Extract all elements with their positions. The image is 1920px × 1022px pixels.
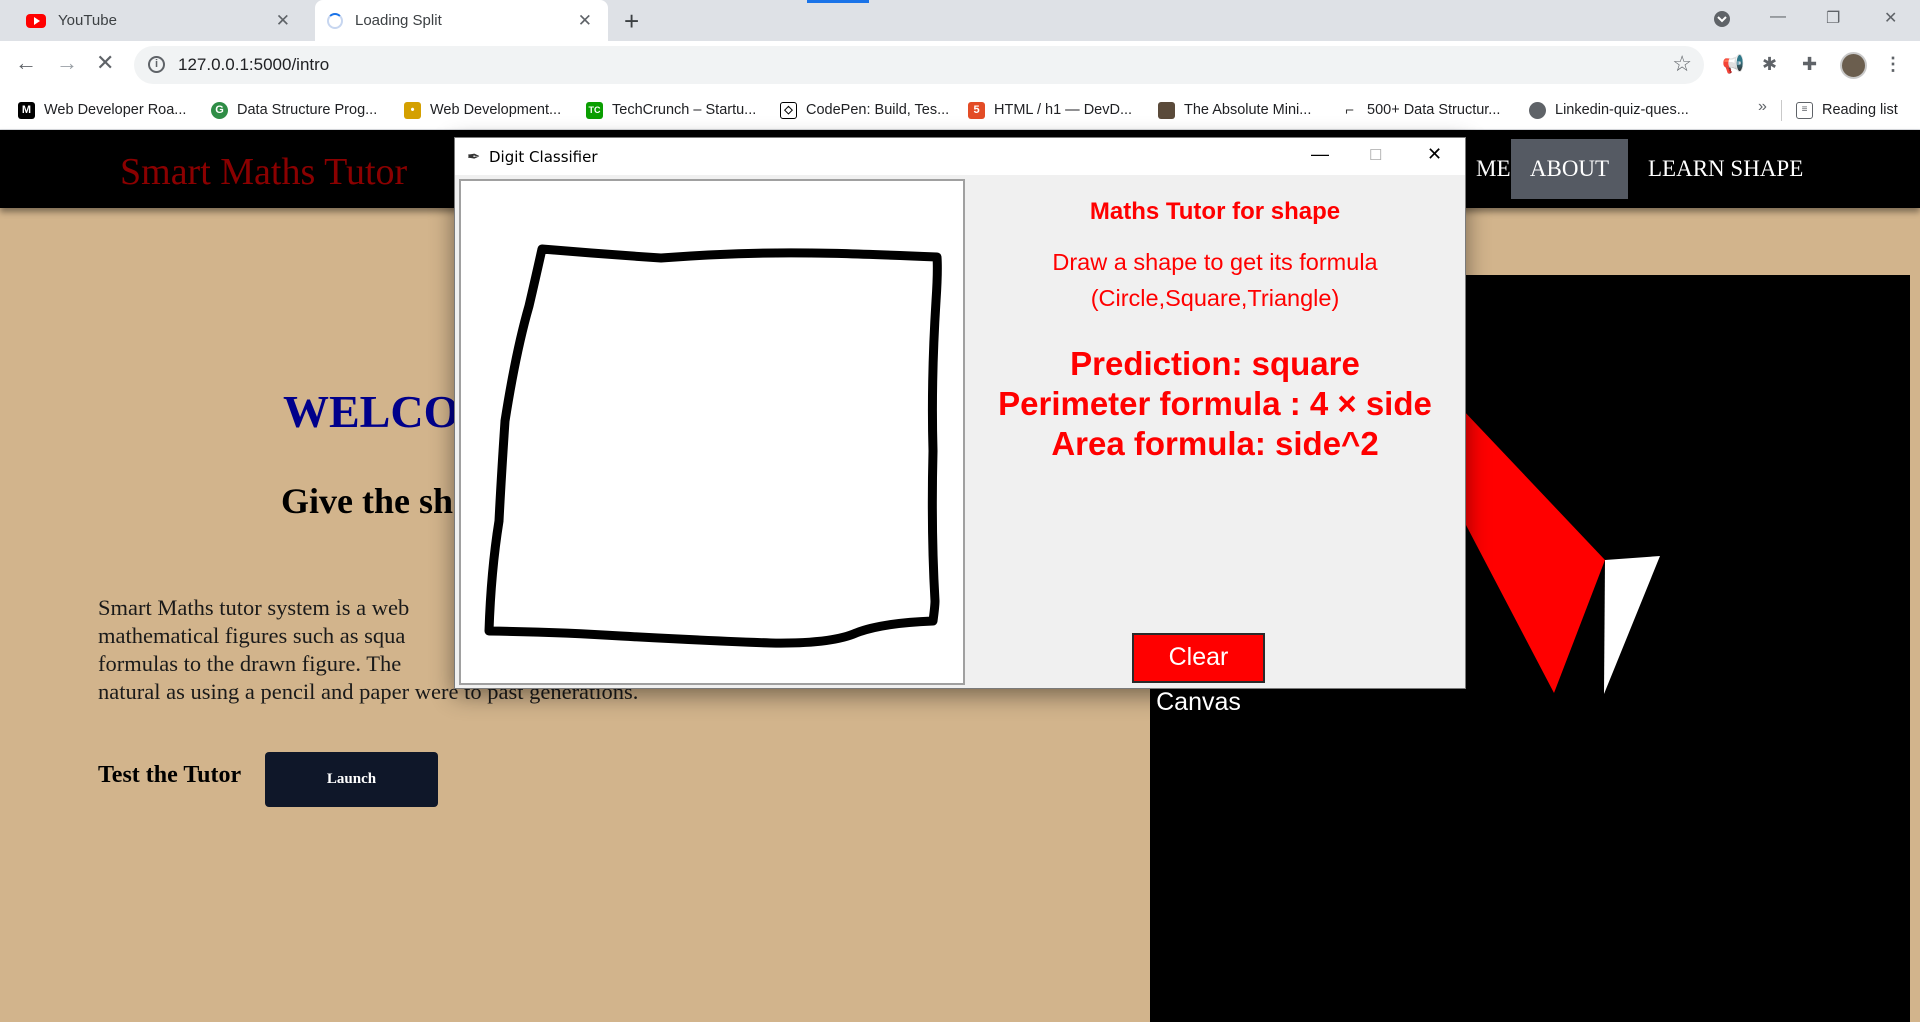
globe-icon [1529,101,1546,119]
nav-learn-shape-link[interactable]: LEARN SHAPE [1628,139,1823,199]
close-tab-icon[interactable]: ✕ [276,11,290,31]
bookmark-label: Linkedin-quiz-ques... [1555,102,1689,118]
site-info-icon[interactable]: i [148,56,165,73]
browser-toolbar: ← → ✕ i 127.0.0.1:5000/intro ☆ 📢 ✱ ✚ ⋮ [0,41,1920,90]
bookmark-label: CodePen: Build, Tes... [806,102,950,118]
bracket-icon: ⌐ [1341,101,1358,119]
restore-icon[interactable]: ❐ [1826,8,1840,28]
drawing-canvas[interactable] [459,179,965,685]
bookmark-label: Data Structure Prog... [237,102,378,118]
tab-search-icon[interactable] [1712,9,1732,34]
dialog-titlebar[interactable]: ✒ Digit Classifier — ☐ ✕ [455,138,1465,175]
tab-loading-split[interactable]: Loading Split ✕ [315,0,608,41]
bookmark-label: Web Development... [430,102,562,118]
bookmark-star-icon[interactable]: ☆ [1672,51,1692,77]
bug-extension-icon[interactable]: ✱ [1762,54,1777,75]
megaphone-extension-icon[interactable]: 📢 [1722,54,1744,75]
test-tutor-label: Test the Tutor [98,762,242,788]
reading-list-icon: ≡ [1796,101,1813,119]
white-triangle-shape [1604,556,1660,694]
reading-list-label: Reading list [1822,102,1898,118]
nav-about-link[interactable]: ABOUT [1511,139,1628,199]
new-tab-button[interactable]: + [624,6,639,37]
minimize-icon[interactable]: — [1770,8,1786,26]
bookmark-label: The Absolute Mini... [1184,102,1312,118]
bookmark-item[interactable]: 5 HTML / h1 — DevD... [968,98,1132,122]
bookmarks-bar: M Web Developer Roa... G Data Structure … [0,90,1920,130]
html5-icon: 5 [968,101,985,119]
welcome-heading: WELCO [283,386,460,437]
clear-canvas-button[interactable]: Clear Canvas [1132,633,1265,716]
perimeter-formula-text: Perimeter formula : 4 × side [998,385,1432,422]
person-icon [1158,101,1175,119]
bookmark-item[interactable]: • Web Development... [404,98,561,122]
bookmark-item[interactable]: G Data Structure Prog... [211,98,377,122]
prediction-text: Prediction: square [1070,345,1360,382]
tab-title: YouTube [58,12,117,29]
codepen-icon: ◇ [780,101,797,119]
tab-youtube[interactable]: YouTube ✕ [14,0,304,41]
stop-loading-icon[interactable]: ✕ [96,50,114,76]
reading-list-button[interactable]: ≡ Reading list [1796,98,1898,122]
profile-avatar[interactable] [1840,52,1867,79]
extensions-puzzle-icon[interactable]: ✚ [1802,54,1817,75]
bookmarks-divider [1781,100,1782,121]
tutor-heading: Maths Tutor for shape [1089,198,1341,225]
forward-icon[interactable]: → [56,50,78,76]
youtube-icon [26,13,46,28]
bookmark-label: 500+ Data Structur... [1367,102,1501,118]
dialog-title: Digit Classifier [489,148,598,166]
drawn-square-stroke [484,244,942,648]
close-tab-icon[interactable]: ✕ [578,11,592,31]
geeks-icon: G [211,101,228,119]
bulb-icon: • [404,101,421,119]
site-brand[interactable]: Smart Maths Tutor [120,150,407,194]
menu-kebab-icon[interactable]: ⋮ [1884,54,1902,75]
more-bookmarks-icon[interactable]: » [1758,98,1767,116]
square-stroke [484,244,942,648]
tab-strip: YouTube ✕ Loading Split ✕ + — ❐ ✕ [0,0,1920,41]
area-formula-text: Area formula: side^2 [1051,425,1379,462]
address-bar[interactable]: i 127.0.0.1:5000/intro ☆ [134,46,1704,84]
bookmark-item[interactable]: Linkedin-quiz-ques... [1529,98,1689,122]
loading-spinner-icon [327,12,343,29]
launch-button[interactable]: Launch [265,752,438,807]
minimize-icon[interactable]: — [1311,144,1329,165]
bookmark-item[interactable]: M Web Developer Roa... [18,98,186,122]
feather-icon: ✒ [467,149,481,166]
tab-title: Loading Split [355,12,442,29]
shape-options-text: (Circle,Square,Triangle) [1090,285,1340,311]
bookmark-label: Web Developer Roa... [44,102,187,118]
bookmark-item[interactable]: The Absolute Mini... [1158,98,1311,122]
bookmark-item[interactable]: TC TechCrunch – Startu... [586,98,756,122]
close-icon[interactable]: ✕ [1427,144,1442,165]
close-window-icon[interactable]: ✕ [1884,8,1897,28]
bookmark-item[interactable]: ◇ CodePen: Build, Tes... [780,98,949,122]
tab-accent-bar [807,0,869,3]
bookmark-label: TechCrunch – Startu... [612,102,757,118]
back-icon[interactable]: ← [15,50,37,76]
bookmark-item[interactable]: ⌐ 500+ Data Structur... [1341,98,1500,122]
instruction-text: Draw a shape to get its formula [1052,249,1378,275]
digit-classifier-window: ✒ Digit Classifier — ☐ ✕ Maths Tutor for… [454,137,1466,716]
techcrunch-icon: TC [586,101,603,119]
url-text[interactable]: 127.0.0.1:5000/intro [178,55,329,75]
bookmark-label: HTML / h1 — DevD... [994,102,1133,118]
medium-icon: M [18,101,35,119]
subheading: Give the sh [281,481,454,521]
maximize-icon[interactable]: ☐ [1369,146,1382,164]
